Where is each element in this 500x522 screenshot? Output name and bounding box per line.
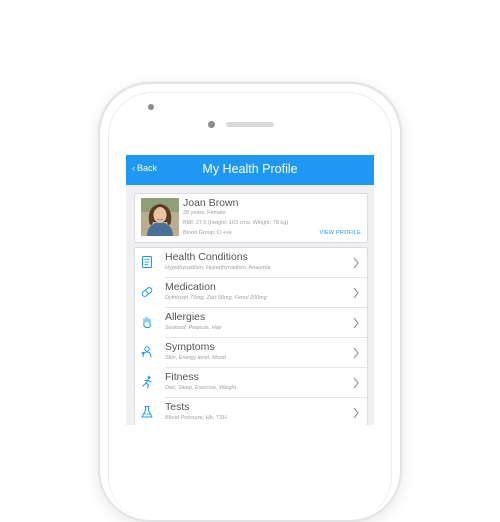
list-item-subtitle: Diet, Sleep, Exercise, Weight (165, 385, 237, 391)
pill-icon (141, 287, 153, 297)
chevron-right-icon (353, 407, 359, 419)
list-item-tests[interactable]: Tests Blood Pressure, Hb, TSH (135, 398, 367, 425)
symptoms-icon (141, 346, 152, 358)
list-item-subtitle: Seafood, Peanuts, Hay (165, 325, 222, 331)
proximity-sensor (208, 121, 215, 128)
profile-blood-group: Blood Group: O +ve (183, 230, 232, 236)
chevron-right-icon (353, 317, 359, 329)
earpiece-speaker (226, 122, 274, 127)
list-item-title: Health Conditions (165, 251, 248, 263)
list-item-medication[interactable]: Medication Dythroxin 75mg, Zart 50mg, Fe… (135, 278, 367, 308)
list-item-title: Fitness (165, 371, 199, 383)
app-screen: ‹ Back My Health Profile Joan Brown 28 y… (126, 155, 374, 425)
front-camera (148, 104, 154, 110)
hand-icon (143, 317, 151, 328)
chevron-right-icon (353, 377, 359, 389)
flask-icon (141, 406, 153, 418)
page-title: My Health Profile (202, 162, 298, 176)
profile-card: Joan Brown 28 years, Female BMI: 27.5 (H… (134, 193, 368, 243)
list-item-subtitle: Hypothyroidism, Hyperthyroidism, Anaemia (165, 265, 271, 271)
health-conditions-icon (142, 256, 152, 268)
profile-age-gender: 28 years, Female (183, 210, 226, 216)
profile-bmi: BMI: 27.5 (Height: 163 cms, Weight: 78 k… (183, 220, 289, 226)
avatar (141, 198, 179, 236)
chevron-right-icon (353, 287, 359, 299)
chevron-right-icon (353, 257, 359, 269)
list-item-title: Symptoms (165, 341, 215, 353)
list-item-fitness[interactable]: Fitness Diet, Sleep, Exercise, Weight (135, 368, 367, 398)
list-item-subtitle: Dythroxin 75mg, Zart 50mg, Fenol 200mg (165, 295, 267, 301)
navigation-bar: ‹ Back My Health Profile (126, 155, 374, 185)
list-item-subtitle: Skin, Energy level, Mood (165, 355, 226, 361)
health-menu-list: Health Conditions Hypothyroidism, Hypert… (134, 247, 368, 425)
list-item-health-conditions[interactable]: Health Conditions Hypothyroidism, Hypert… (135, 248, 367, 278)
list-item-symptoms[interactable]: Symptoms Skin, Energy level, Mood (135, 338, 367, 368)
list-item-title: Medication (165, 281, 216, 293)
list-item-subtitle: Blood Pressure, Hb, TSH (165, 415, 227, 421)
list-item-allergies[interactable]: Allergies Seafood, Peanuts, Hay (135, 308, 367, 338)
list-item-title: Tests (165, 401, 190, 413)
running-icon (142, 376, 152, 389)
list-item-title: Allergies (165, 311, 206, 323)
chevron-right-icon (353, 347, 359, 359)
view-profile-link[interactable]: VIEW PROFILE (319, 230, 361, 236)
profile-name: Joan Brown (183, 197, 239, 209)
